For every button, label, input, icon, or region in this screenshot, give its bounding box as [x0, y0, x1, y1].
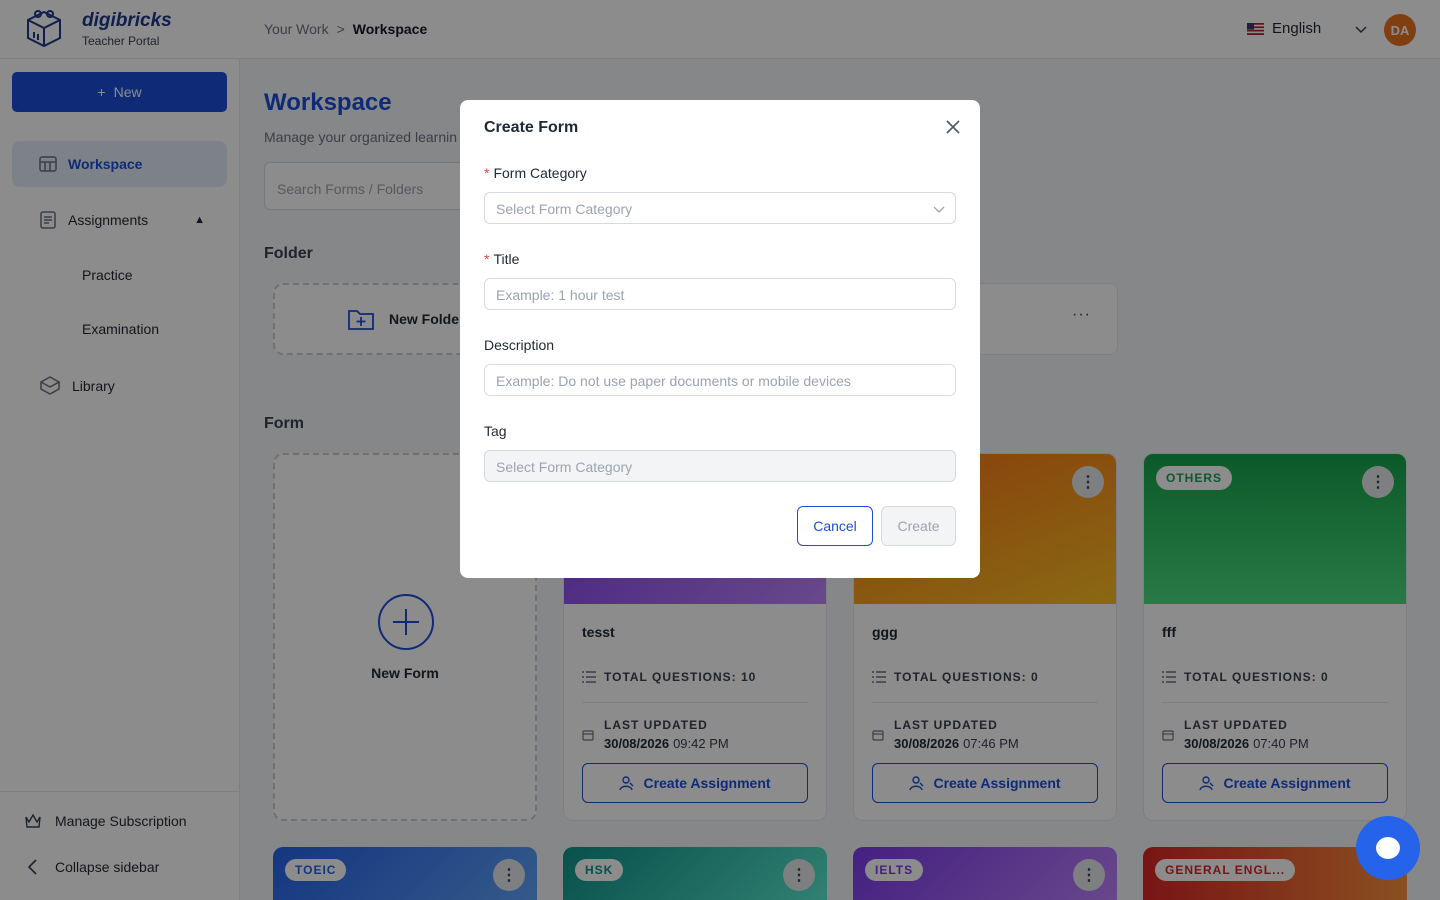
close-icon[interactable]: [944, 118, 962, 136]
create-form-modal: Create Form * Form Category Select Form C…: [460, 100, 980, 578]
title-input[interactable]: Example: 1 hour test: [484, 278, 956, 310]
tag-label: Tag: [484, 423, 507, 439]
description-label: Description: [484, 337, 555, 353]
cancel-button[interactable]: Cancel: [797, 506, 873, 546]
chevron-down-icon: [933, 206, 945, 213]
title-label-text: Title: [493, 251, 520, 267]
create-button[interactable]: Create: [881, 506, 956, 546]
chat-button[interactable]: [1356, 816, 1420, 880]
required-mark: *: [484, 251, 490, 267]
chat-icon: [1376, 837, 1400, 859]
form-category-placeholder: Select Form Category: [496, 201, 633, 217]
title-label: * Title: [484, 251, 519, 267]
tag-select[interactable]: Select Form Category: [484, 450, 956, 482]
form-category-select[interactable]: Select Form Category: [484, 192, 956, 224]
form-category-label: * Form Category: [484, 165, 587, 181]
form-category-label-text: Form Category: [493, 165, 587, 181]
modal-title: Create Form: [484, 119, 579, 136]
required-mark: *: [484, 165, 490, 181]
description-input[interactable]: Example: Do not use paper documents or m…: [484, 364, 956, 396]
